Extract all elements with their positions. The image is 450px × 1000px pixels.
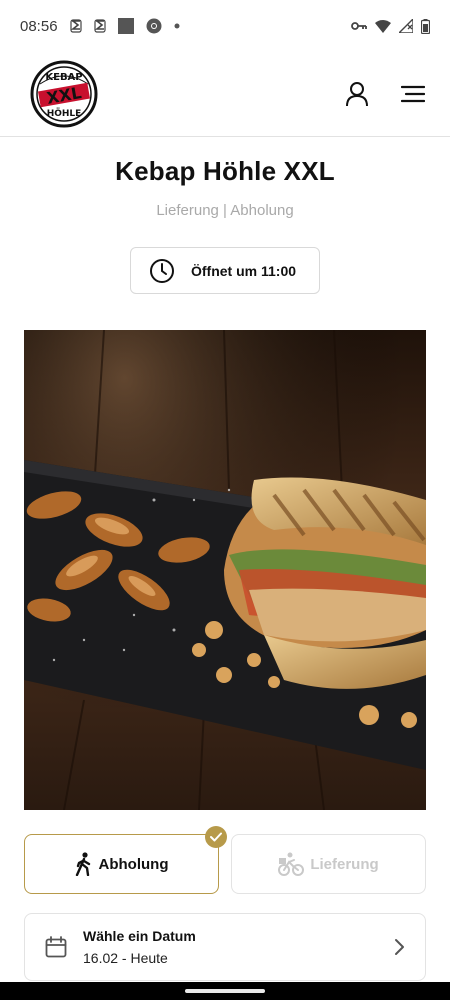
home-gesture-handle[interactable] (185, 989, 265, 993)
date-picker-title: Wähle ein Datum (83, 928, 196, 944)
pickup-option[interactable]: Abholung (24, 826, 227, 894)
bicycle-courier-icon (278, 852, 305, 876)
system-navigation-bar (0, 982, 450, 1000)
notification-s-icon (69, 19, 82, 33)
app-header: KEBAP XXL HÖHLE (0, 52, 450, 137)
battery-icon (421, 18, 430, 34)
key-icon (351, 21, 367, 31)
wifi-icon (375, 19, 391, 33)
pickup-label: Abholung (98, 855, 169, 873)
selected-check-icon (205, 826, 227, 848)
date-picker-button[interactable]: Wähle ein Datum 16.02 - Heute (24, 913, 426, 981)
delivery-label: Lieferung (310, 855, 379, 873)
opening-hours-label: Öffnet um 11:00 (191, 262, 297, 279)
dot-icon (174, 23, 180, 29)
delivery-option[interactable]: Lieferung (231, 834, 426, 894)
app-square-icon (117, 18, 134, 34)
account-icon (346, 82, 368, 107)
hero-food-image (24, 330, 426, 810)
clock-icon (150, 258, 174, 283)
status-time: 08:56 (20, 17, 58, 35)
service-types: Lieferung | Abholung (156, 202, 294, 219)
chevron-right-icon (395, 939, 404, 955)
notification-s-icon (93, 19, 106, 33)
opening-hours-button[interactable]: Öffnet um 11:00 (130, 247, 320, 294)
menu-button[interactable] (398, 79, 428, 109)
svg-text:HÖHLE: HÖHLE (47, 108, 82, 119)
walking-person-icon (75, 852, 90, 876)
chrome-icon (146, 18, 162, 34)
menu-icon (401, 85, 425, 103)
date-picker-value: 16.02 - Heute (83, 950, 168, 966)
signal-icon (399, 19, 413, 33)
status-bar: 08:56 (0, 0, 450, 52)
restaurant-name: Kebap Höhle XXL (115, 156, 335, 186)
calendar-icon (45, 936, 67, 958)
svg-text:KEBAP: KEBAP (45, 72, 82, 83)
account-button[interactable] (342, 79, 372, 109)
brand-logo[interactable]: KEBAP XXL HÖHLE (30, 60, 98, 128)
